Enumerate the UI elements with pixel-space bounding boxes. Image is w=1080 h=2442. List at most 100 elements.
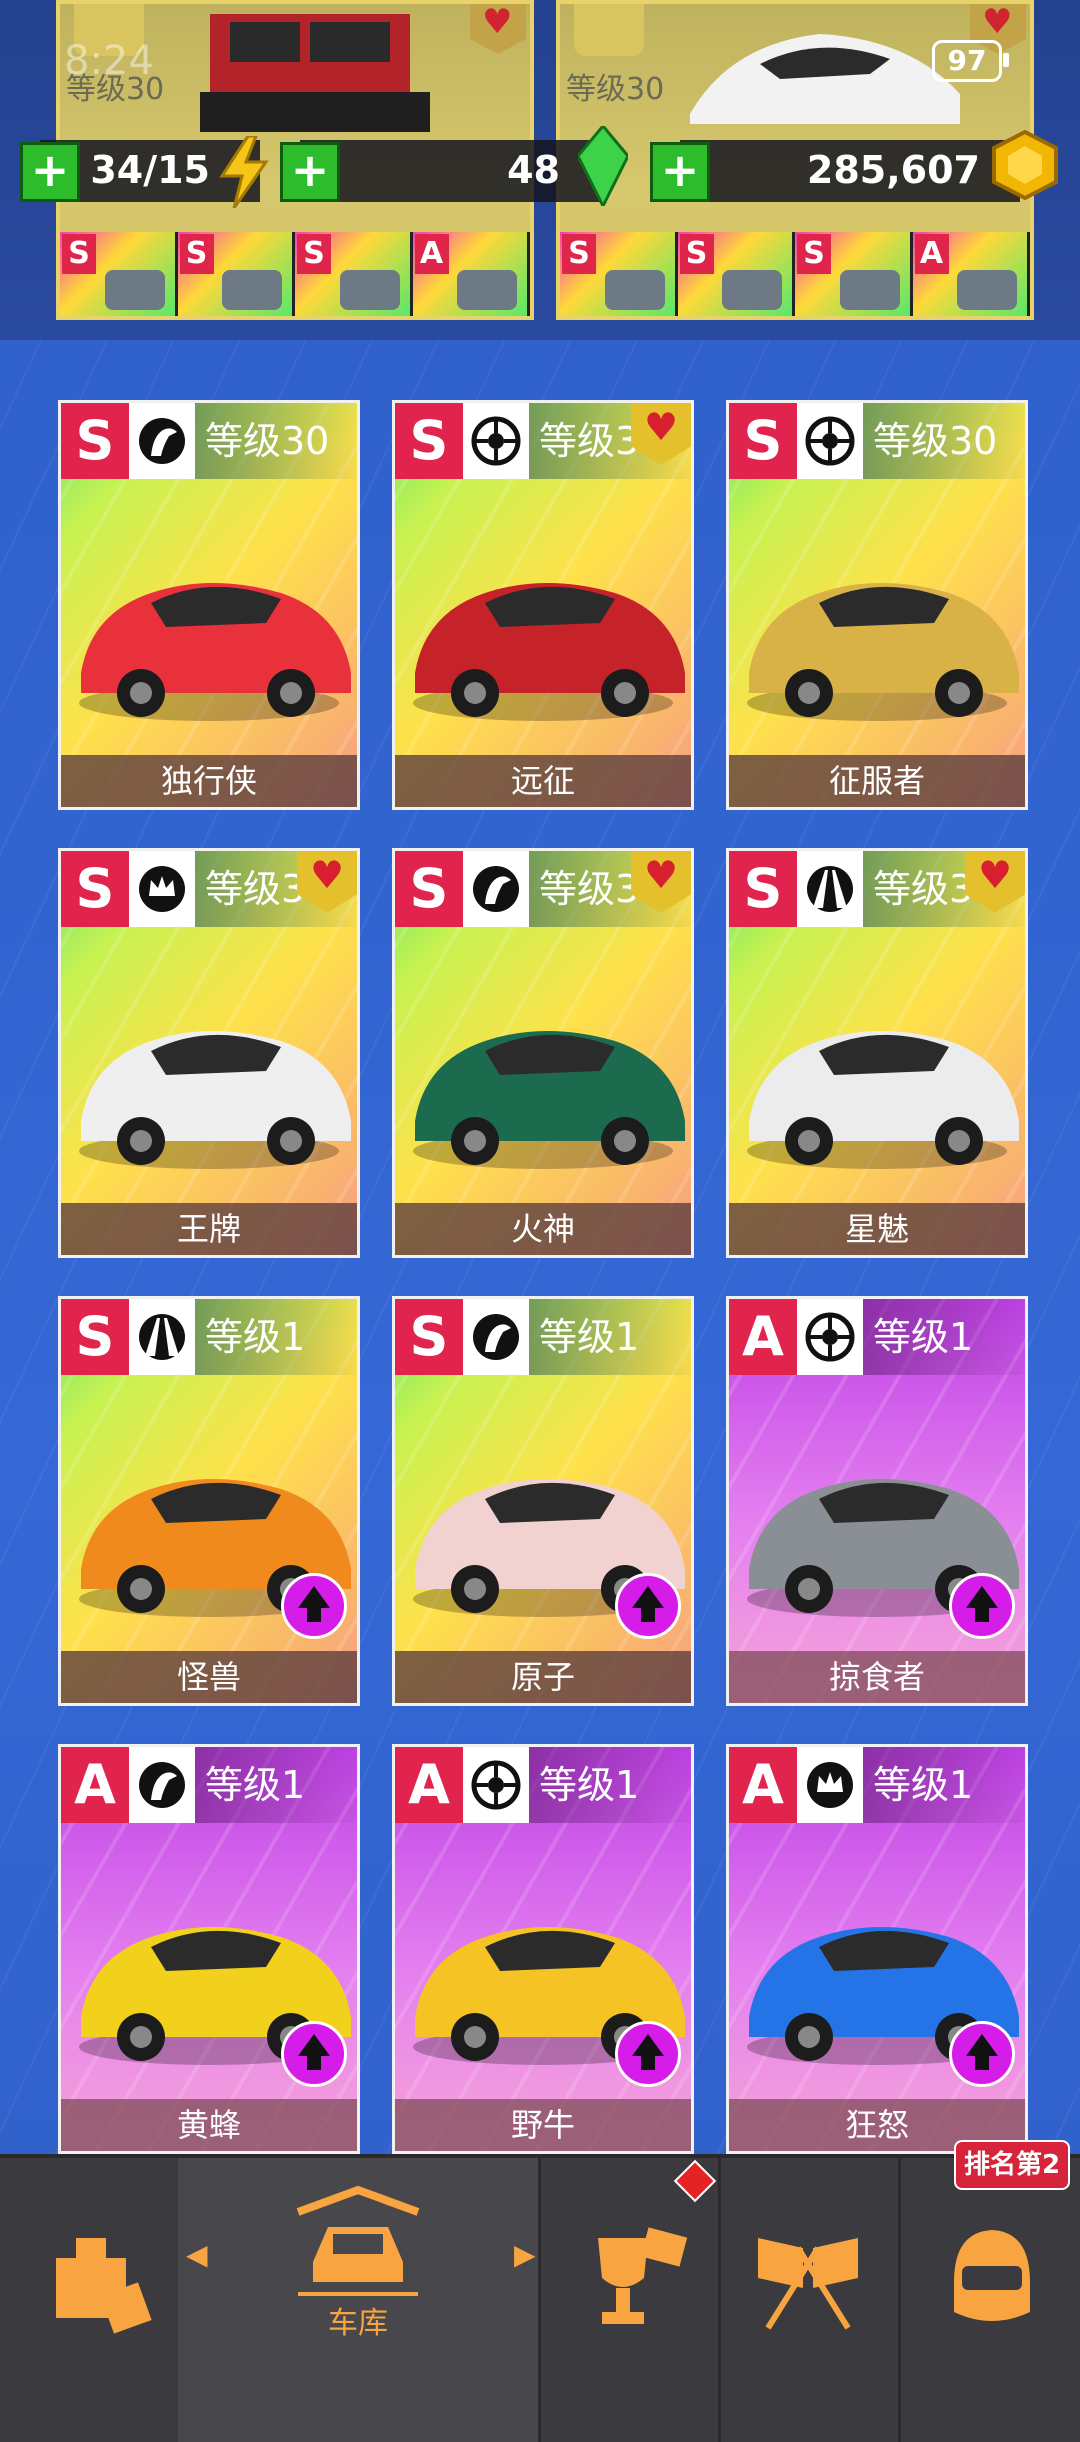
rank-letter: S [395,851,463,927]
rank-letter: A [395,1747,463,1823]
car-image [747,1031,1019,1169]
supercar-image [690,34,960,124]
lightning-icon [219,136,269,208]
car-name: 黄蜂 [61,2099,357,2151]
car-card[interactable]: A 等级1 野牛 [392,1744,694,2154]
car-level: 等级1 [863,1747,1025,1823]
nav-race[interactable] [718,2158,901,2442]
mod-slot-suspension[interactable]: S [795,232,913,316]
car-card[interactable]: S等级3远征 [392,400,694,810]
car-name: 征服者 [729,755,1025,807]
upgrade-arrow-icon[interactable] [949,1573,1015,1639]
nav-profile[interactable] [898,2158,1080,2442]
car-level: 等级30 [195,403,357,479]
horse-icon [463,851,529,927]
rank-letter: A [729,1747,797,1823]
card-header: S 等级30 [61,403,357,479]
mod-slot-brake[interactable]: S [560,232,678,316]
car-image [747,583,1019,721]
crown-emblem-icon [574,4,644,56]
rank-letter: S [729,403,797,479]
upgrade-arrow-icon[interactable] [949,2021,1015,2087]
wheel-icon [463,1747,529,1823]
featured-car-level: 等级30 [566,72,665,107]
car-card[interactable]: A 等级1 狂怒 [726,1744,1028,2154]
car-name: 原子 [395,1651,691,1703]
garage-icon [296,2185,420,2296]
upgrade-arrow-icon[interactable] [615,1573,681,1639]
add-gems-button[interactable]: + [280,142,340,202]
helmet-icon [954,2230,1030,2321]
mod-slot-engine[interactable]: S [677,232,795,316]
race-flags-icon [758,2238,858,2330]
car-name: 星魅 [729,1203,1025,1255]
road-icon [797,851,863,927]
nav-shop[interactable] [0,2158,181,2442]
trophy-icon [598,2227,688,2324]
rank-letter: A [729,1299,797,1375]
mod-slot-tire[interactable]: A [412,232,530,316]
crown-icon [797,1747,863,1823]
rank-letter: S [61,403,129,479]
car-card[interactable]: S等级3星魅 [726,848,1028,1258]
car-card[interactable]: S 等级1 原子 [392,1296,694,1706]
mod-slot-engine[interactable]: S [177,232,295,316]
rank-letter: S [61,851,129,927]
mod-slot-brake[interactable]: S [60,232,178,316]
mod-slots: S S S A [560,232,1030,316]
shop-icon [56,2238,152,2334]
next-arrow-icon[interactable]: ▶ [514,2238,536,2271]
rank-letter: S [395,403,463,479]
car-card[interactable]: S 等级30 征服者 [726,400,1028,810]
mod-slot-tire[interactable]: A [912,232,1030,316]
upgrade-arrow-icon[interactable] [281,2021,347,2087]
car-level: 等级1 [195,1747,357,1823]
car-image [413,583,685,721]
wheel-icon [797,403,863,479]
car-card[interactable]: A 等级1 掠食者 [726,1296,1028,1706]
crown-icon [129,851,195,927]
mod-slot-suspension[interactable]: S [295,232,413,316]
wheel-icon [797,1299,863,1375]
green-gem-icon [578,126,628,206]
car-image [413,1031,685,1169]
upgrade-arrow-icon[interactable] [615,2021,681,2087]
status-time: 8:24 [64,38,154,84]
energy-value: 34/15 [90,148,210,192]
horse-icon [129,403,195,479]
car-level: 等级1 [529,1299,691,1375]
card-header: A 等级1 [729,1299,1025,1375]
coin-value: 285,607 [806,148,980,192]
rank-letter: S [729,851,797,927]
rank-letter: S [61,1299,129,1375]
rank-badge: 排名第2 [954,2140,1070,2190]
car-name: 野牛 [395,2099,691,2151]
car-name: 掠食者 [729,1651,1025,1703]
bottom-nav: 车库 [0,2154,1080,2442]
add-coins-button[interactable]: + [650,142,710,202]
gold-coin-icon [992,130,1058,200]
wheel-icon [463,403,529,479]
card-header: A 等级1 [61,1747,357,1823]
car-card[interactable]: A 等级1 黄蜂 [58,1744,360,2154]
upgrade-arrow-icon[interactable] [281,1573,347,1639]
mod-slots: S S S A [60,232,530,316]
road-icon [129,1299,195,1375]
card-header: A 等级1 [729,1747,1025,1823]
car-level: 等级1 [863,1299,1025,1375]
prev-arrow-icon[interactable]: ◀ [186,2238,208,2271]
nav-garage[interactable]: 车库 [178,2158,541,2442]
jeep-car-image [200,14,430,132]
battery-indicator: 97 [932,40,1009,82]
car-card[interactable]: S等级3火神 [392,848,694,1258]
add-energy-button[interactable]: + [20,142,80,202]
car-card[interactable]: S等级3王牌 [58,848,360,1258]
gem-value: 48 [507,148,560,192]
car-card[interactable]: S 等级30 独行侠 [58,400,360,810]
car-card[interactable]: S 等级1 怪兽 [58,1296,360,1706]
card-header: S 等级30 [729,403,1025,479]
horse-icon [129,1747,195,1823]
rank-letter: S [395,1299,463,1375]
car-name: 怪兽 [61,1651,357,1703]
car-image [79,583,351,721]
